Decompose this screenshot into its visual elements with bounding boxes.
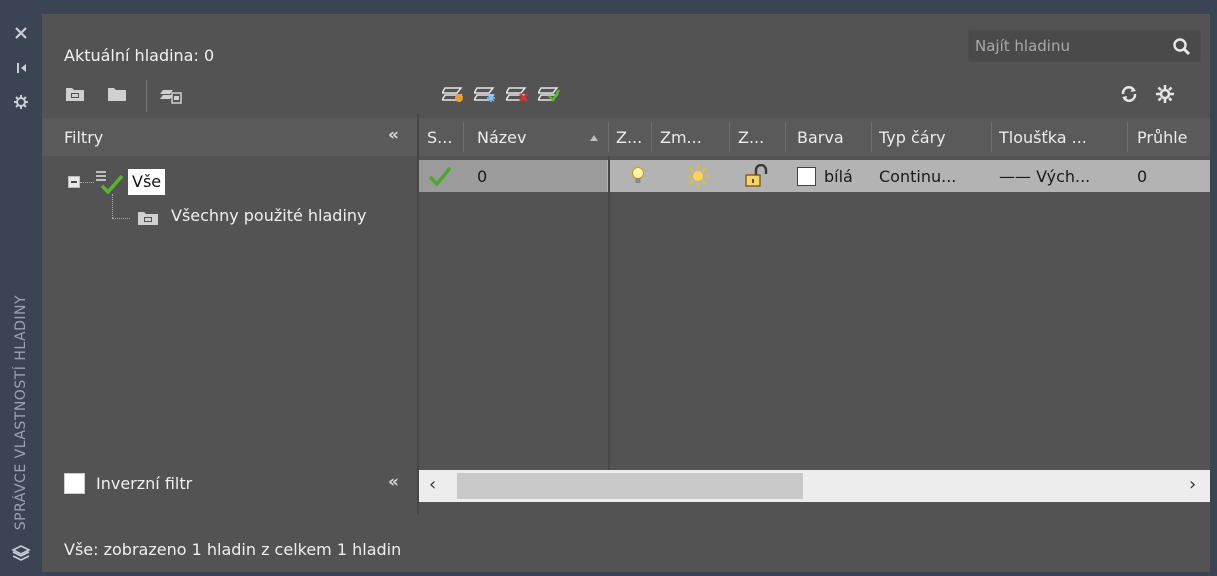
layer-states-manager-icon[interactable] <box>160 84 182 104</box>
set-current-icon[interactable] <box>538 84 560 104</box>
frozen-column-divider <box>608 156 610 470</box>
grid-header: S... Název Z... Zm... Z... Barva Typ čár… <box>419 118 1210 156</box>
col-linetype[interactable]: Typ čáry <box>879 128 946 147</box>
col-on[interactable]: Z... <box>616 128 642 147</box>
layer-properties-panel: Aktuální hladina: 0 Najít hladinu Filtry… <box>42 14 1210 572</box>
layers-icon[interactable] <box>10 542 32 564</box>
sun-thawed-icon[interactable] <box>685 164 711 188</box>
tree-item-all[interactable]: Vše <box>128 169 166 195</box>
new-group-filter-icon[interactable] <box>106 84 128 104</box>
invert-filter-label: Inverzní filtr <box>96 474 193 493</box>
row-transparency[interactable]: 0 <box>1137 167 1147 186</box>
col-name[interactable]: Název <box>477 128 526 147</box>
filters-header: Filtry « <box>42 118 417 156</box>
new-property-filter-icon[interactable] <box>64 84 86 104</box>
col-status[interactable]: S... <box>427 128 452 147</box>
unlocked-padlock-icon[interactable] <box>743 164 771 188</box>
col-color[interactable]: Barva <box>797 128 844 147</box>
status-bar-text: Vše: zobrazeno 1 hladin z celkem 1 hladi… <box>64 540 402 559</box>
sort-asc-icon <box>590 135 598 141</box>
horizontal-scrollbar[interactable]: ‹ › <box>419 470 1210 502</box>
palette-vertical-title: SPRÁVCE VLASTNOSTÍ HLADINY <box>13 294 29 530</box>
col-transparency[interactable]: Průhle <box>1137 128 1188 147</box>
row-linetype[interactable]: Continu... <box>879 167 956 186</box>
lightbulb-on-icon[interactable] <box>631 166 645 186</box>
pin-icon[interactable] <box>10 57 32 79</box>
tree-connector <box>112 218 130 219</box>
col-lineweight[interactable]: Tloušťka ... <box>999 128 1087 147</box>
header-separator <box>463 122 464 152</box>
row-name: 0 <box>477 167 488 186</box>
col-lock[interactable]: Z... <box>738 128 764 147</box>
delete-layer-icon[interactable] <box>506 84 528 104</box>
settings-icon[interactable] <box>10 91 32 113</box>
search-icon[interactable] <box>1172 37 1192 57</box>
filters-title: Filtry <box>64 128 104 147</box>
scroll-left-icon[interactable]: ‹ <box>429 474 436 495</box>
palette-side-strip: SPRÁVCE VLASTNOSTÍ HLADINY <box>0 0 42 576</box>
new-layer-icon[interactable] <box>442 84 464 104</box>
table-row[interactable]: 0 bílá Continu... —— Vých... 0 <box>419 160 1210 192</box>
search-placeholder: Najít hladinu <box>975 37 1070 55</box>
current-layer-label: Aktuální hladina: 0 <box>64 46 215 65</box>
search-input[interactable]: Najít hladinu <box>968 30 1201 62</box>
invert-filter-checkbox[interactable] <box>64 473 85 494</box>
header-separator <box>651 122 652 152</box>
scrollbar-thumb[interactable] <box>457 473 803 499</box>
row-color-name[interactable]: bílá <box>824 167 853 186</box>
scroll-right-icon[interactable]: › <box>1189 474 1196 495</box>
collapse-filters-button[interactable]: « <box>388 125 399 145</box>
header-separator <box>991 122 992 152</box>
header-separator <box>608 122 609 152</box>
header-separator <box>871 122 872 152</box>
new-layer-vp-frozen-icon[interactable] <box>474 84 496 104</box>
all-layers-filter-icon <box>96 171 124 195</box>
gear-icon[interactable] <box>1154 84 1176 104</box>
header-separator <box>785 122 786 152</box>
collapse-filters-bottom-button[interactable]: « <box>388 472 399 492</box>
toolbar-separator <box>146 80 147 112</box>
row-lineweight[interactable]: —— Vých... <box>999 167 1090 186</box>
tree-collapse-toggle[interactable] <box>68 176 80 188</box>
header-separator <box>1127 122 1128 152</box>
tree-connector <box>112 194 113 218</box>
tree-item-used-layers[interactable]: Všechny použité hladiny <box>171 206 367 225</box>
refresh-icon[interactable] <box>1118 84 1140 104</box>
current-layer-check-icon <box>428 166 452 187</box>
close-icon[interactable] <box>10 22 32 44</box>
layer-grid: S... Název Z... Zm... Z... Barva Typ čár… <box>419 118 1210 470</box>
col-freeze[interactable]: Zm... <box>660 128 702 147</box>
header-separator <box>729 122 730 152</box>
used-layers-filter-icon <box>138 212 158 225</box>
color-swatch-white[interactable] <box>797 167 816 186</box>
